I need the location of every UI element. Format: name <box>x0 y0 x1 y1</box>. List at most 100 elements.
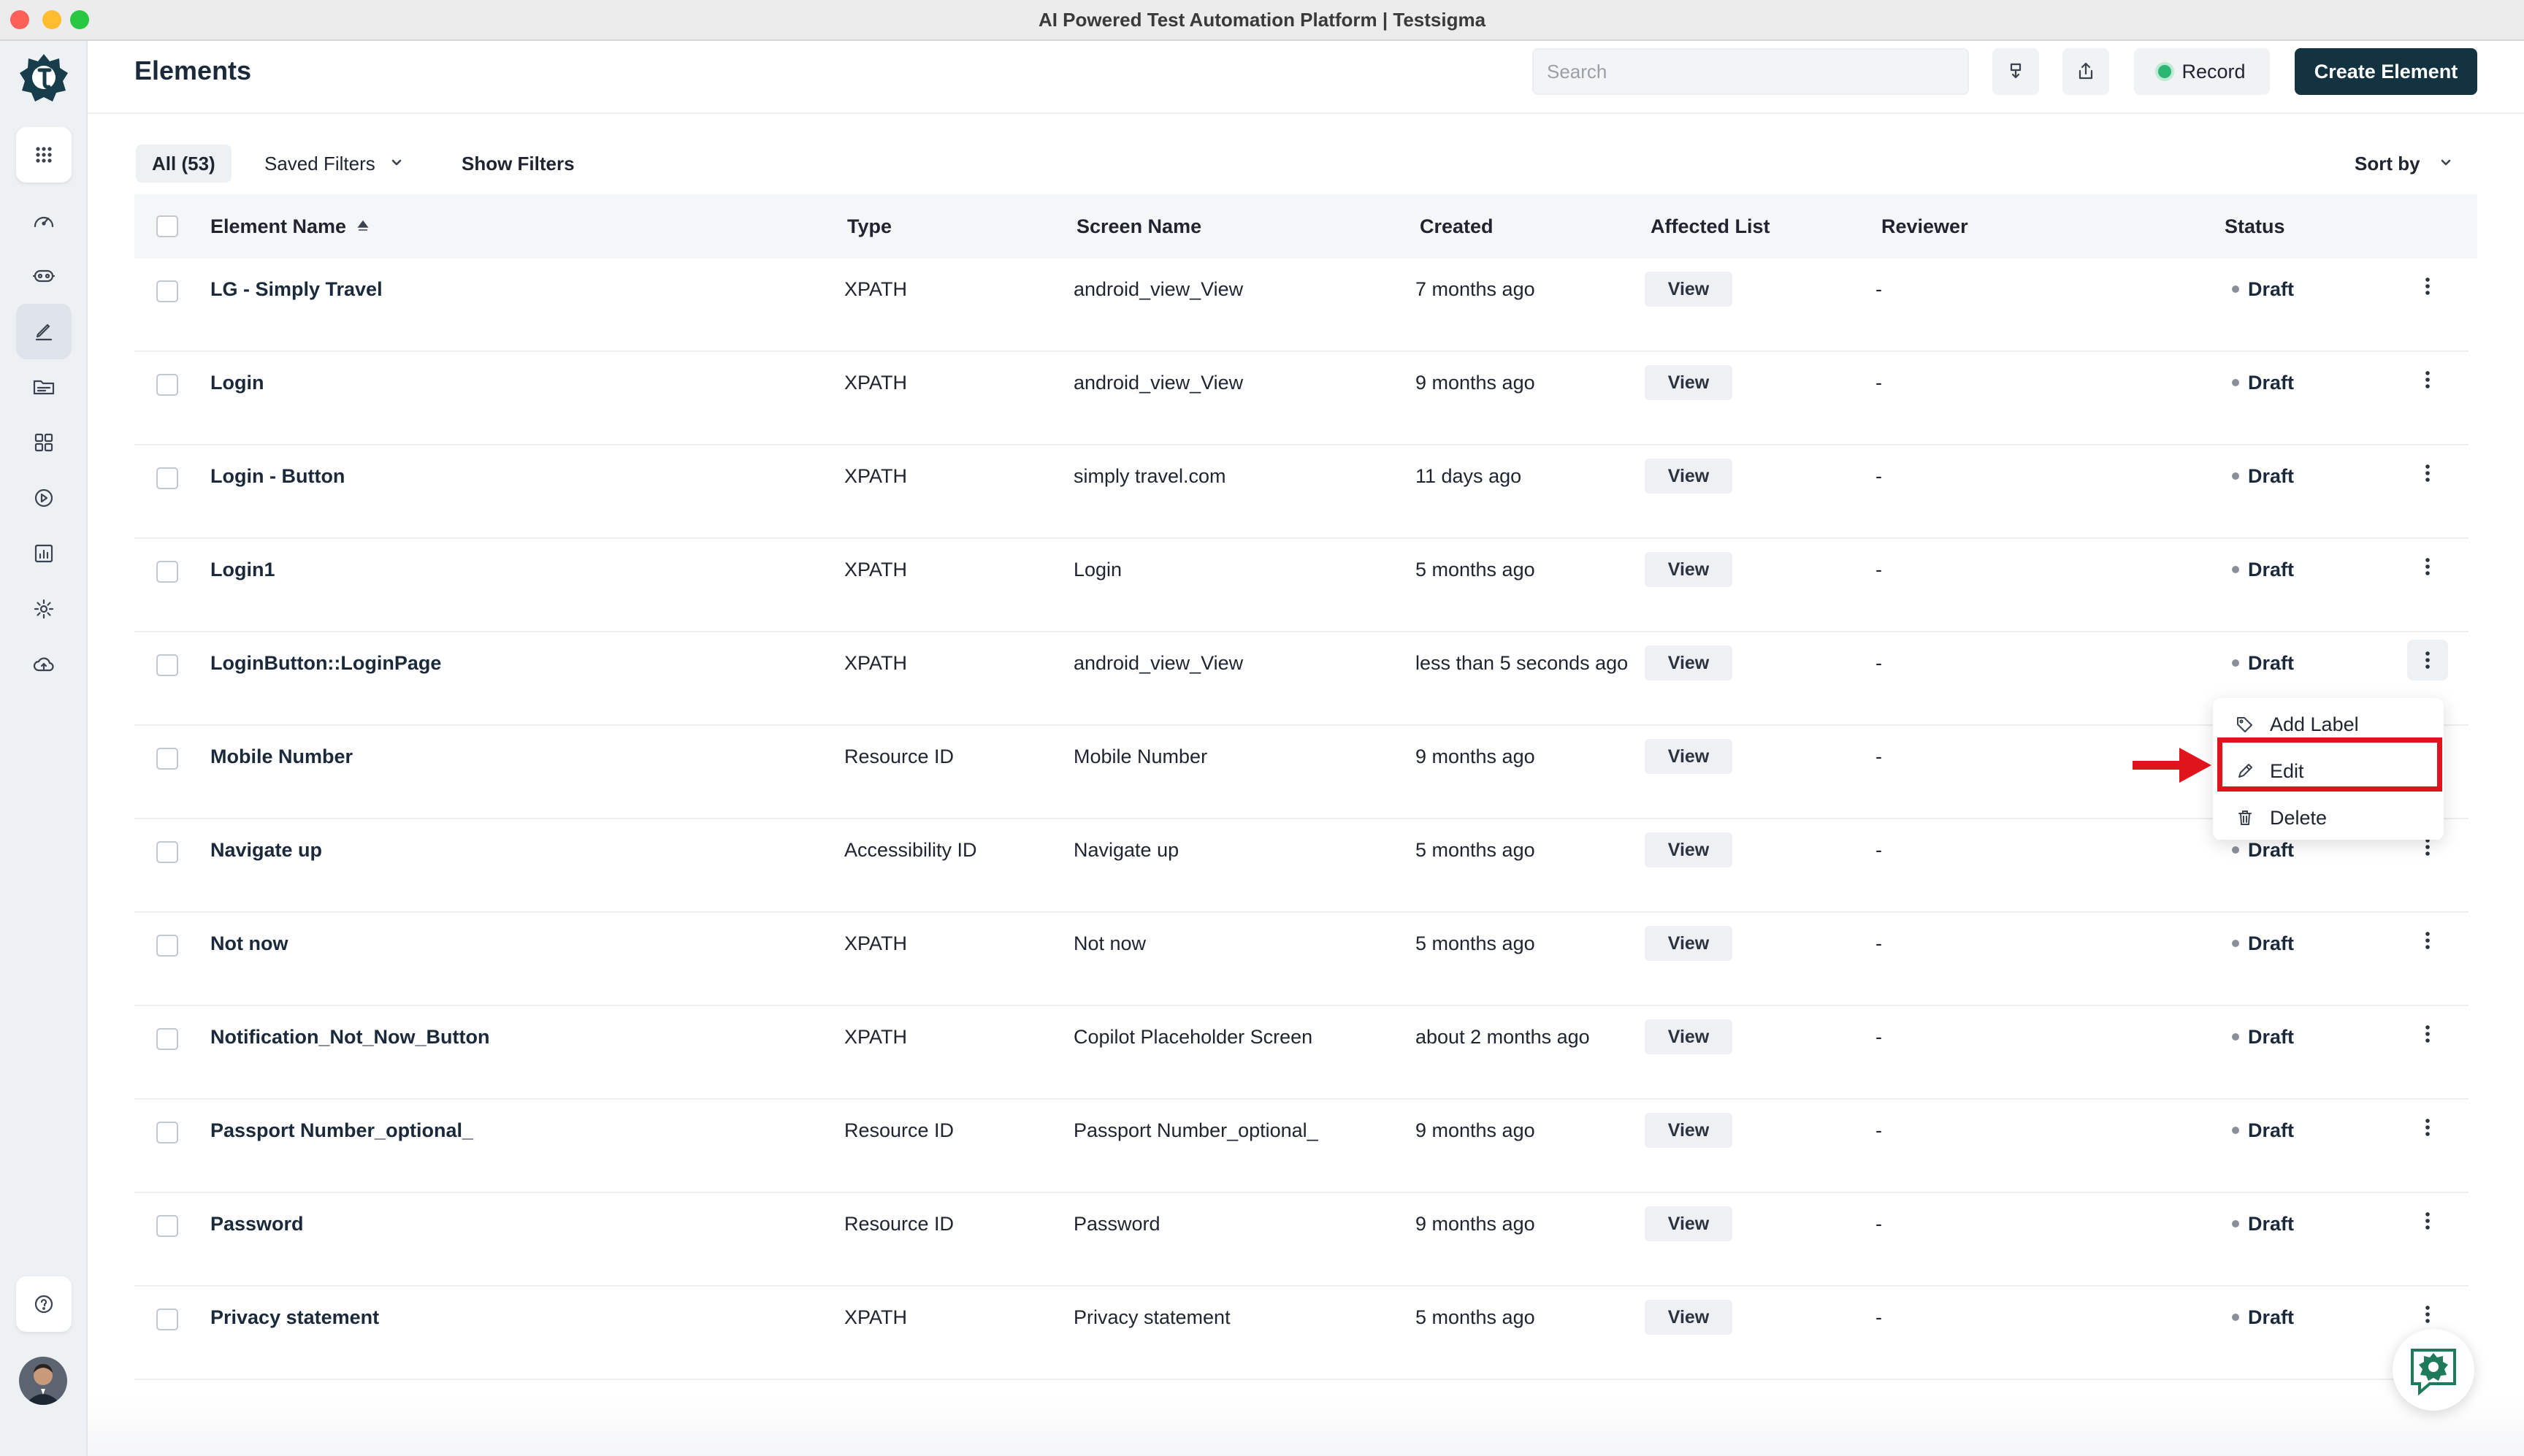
user-avatar[interactable] <box>19 1357 67 1405</box>
affected-list-view-button[interactable]: View <box>1645 645 1732 681</box>
created-time: 7 months ago <box>1415 277 1535 300</box>
reports-chart-icon[interactable] <box>16 526 72 581</box>
row-checkbox[interactable] <box>156 935 178 957</box>
dashboard-gauge-icon[interactable] <box>16 193 72 248</box>
table-row[interactable]: Mobile Number Resource ID Mobile Number 9 m… <box>134 726 2468 819</box>
menu-item-delete[interactable]: Delete <box>2213 794 2444 841</box>
more-options-icon[interactable] <box>2407 1107 2448 1148</box>
element-name-link[interactable]: LG - Simply Travel <box>210 258 383 320</box>
element-name-link[interactable]: Login <box>210 352 264 413</box>
table-row[interactable]: LoginButton::LoginPage XPATH android_view_… <box>134 632 2468 726</box>
run-play-icon[interactable] <box>16 470 72 526</box>
row-checkbox[interactable] <box>156 561 178 583</box>
more-options-icon[interactable] <box>2407 1200 2448 1241</box>
table-row[interactable]: LG - Simply Travel XPATH android_view_View… <box>134 258 2468 352</box>
show-filters-button[interactable]: Show Filters <box>462 145 575 183</box>
affected-list-view-button[interactable]: View <box>1645 1113 1732 1148</box>
element-name-link[interactable]: LoginButton::LoginPage <box>210 632 441 694</box>
record-dot-icon <box>2158 65 2172 78</box>
status-dot-icon <box>2232 286 2239 293</box>
affected-list-view-button[interactable]: View <box>1645 1300 1732 1335</box>
modules-grid-icon[interactable] <box>16 415 72 470</box>
affected-list-view-button[interactable]: View <box>1645 459 1732 494</box>
row-checkbox[interactable] <box>156 1122 178 1143</box>
status-dot-icon <box>2232 472 2239 480</box>
affected-list-view-button[interactable]: View <box>1645 552 1732 587</box>
more-options-icon[interactable] <box>2407 359 2448 400</box>
table-row[interactable]: Login1 XPATH Login 5 months ago View - Draft <box>134 539 2468 632</box>
cloud-upload-icon[interactable] <box>16 637 72 692</box>
status-dot-icon <box>2232 1033 2239 1041</box>
table-row[interactable]: Privacy statement XPATH Privacy statement 5… <box>134 1287 2468 1380</box>
status-label: Draft <box>2248 1119 2295 1141</box>
element-name-link[interactable]: Privacy statement <box>210 1287 379 1348</box>
chat-bot-icon <box>2411 1349 2456 1395</box>
testsigma-logo-icon[interactable] <box>19 53 69 102</box>
created-time: 5 months ago <box>1415 1306 1535 1328</box>
row-checkbox[interactable] <box>156 1309 178 1330</box>
column-header-screen-name[interactable]: Screen Name <box>1076 194 1201 258</box>
row-checkbox[interactable] <box>156 841 178 863</box>
status-badge: Draft <box>2232 539 2294 600</box>
affected-list-view-button[interactable]: View <box>1645 272 1732 307</box>
record-button[interactable]: Record <box>2134 48 2270 95</box>
affected-list-view-button[interactable]: View <box>1645 926 1732 961</box>
element-name-link[interactable]: Not now <box>210 913 288 974</box>
chat-assistant-button[interactable] <box>2393 1329 2474 1411</box>
table-row[interactable]: Not now XPATH Not now 5 months ago View - Draf… <box>134 913 2468 1006</box>
tag-icon <box>2237 717 2252 732</box>
row-checkbox[interactable] <box>156 1028 178 1050</box>
row-checkbox[interactable] <box>156 748 178 770</box>
table-row[interactable]: Password Resource ID Password 9 months ago V… <box>134 1193 2468 1287</box>
more-options-icon[interactable] <box>2407 1014 2448 1054</box>
help-question-icon[interactable] <box>16 1276 72 1332</box>
affected-list-view-button[interactable]: View <box>1645 1206 1732 1241</box>
more-options-icon[interactable] <box>2407 546 2448 587</box>
row-checkbox[interactable] <box>156 467 178 489</box>
download-button[interactable] <box>1992 48 2039 95</box>
element-name-link[interactable]: Passport Number_optional_ <box>210 1100 473 1161</box>
test-data-folder-icon[interactable] <box>16 359 72 415</box>
element-name-link[interactable]: Mobile Number <box>210 726 353 787</box>
create-element-button[interactable]: Create Element <box>2295 48 2477 95</box>
affected-list-view-button[interactable]: View <box>1645 832 1732 867</box>
more-options-icon[interactable] <box>2407 920 2448 961</box>
affected-list-view-button[interactable]: View <box>1645 365 1732 400</box>
copilot-robot-icon[interactable] <box>16 248 72 304</box>
more-options-icon[interactable] <box>2407 266 2448 307</box>
test-development-pencil-icon[interactable] <box>16 304 72 359</box>
screen-name: Mobile Number <box>1074 745 1208 767</box>
more-options-icon[interactable] <box>2407 453 2448 494</box>
filter-all-tab[interactable]: All (53) <box>136 145 232 183</box>
element-type: XPATH <box>844 651 908 674</box>
row-checkbox[interactable] <box>156 280 178 302</box>
select-all-checkbox[interactable] <box>156 215 178 237</box>
row-checkbox[interactable] <box>156 654 178 676</box>
table-row[interactable]: Passport Number_optional_ Resource ID Pass… <box>134 1100 2468 1193</box>
sort-by-dropdown[interactable]: Sort by <box>2355 145 2454 183</box>
settings-gear-icon[interactable] <box>16 581 72 637</box>
table-row[interactable]: Notification_Not_Now_Button XPATH Copilot … <box>134 1006 2468 1100</box>
page-title: Elements <box>134 55 252 85</box>
element-name-link[interactable]: Notification_Not_Now_Button <box>210 1006 489 1068</box>
table-row[interactable]: Login XPATH android_view_View 9 months ago V… <box>134 352 2468 445</box>
saved-filters-dropdown[interactable]: Saved Filters <box>264 145 405 183</box>
column-header-element-name[interactable]: Element Name <box>210 194 371 258</box>
apps-grid-icon[interactable] <box>16 127 72 183</box>
element-name-link[interactable]: Login1 <box>210 539 275 600</box>
element-name-link[interactable]: Password <box>210 1193 304 1254</box>
table-row[interactable]: Navigate up Accessibility ID Navigate up 5 … <box>134 819 2468 913</box>
affected-list-view-button[interactable]: View <box>1645 739 1732 774</box>
table-row[interactable]: Login - Button XPATH simply travel.com 11 d… <box>134 445 2468 539</box>
column-header-created[interactable]: Created <box>1420 194 1494 258</box>
affected-list-view-button[interactable]: View <box>1645 1019 1732 1054</box>
screen-name: android_view_View <box>1074 651 1244 674</box>
row-checkbox[interactable] <box>156 1215 178 1237</box>
more-options-icon[interactable] <box>2407 640 2448 681</box>
column-header-type[interactable]: Type <box>847 194 892 258</box>
row-checkbox[interactable] <box>156 374 178 396</box>
export-button[interactable] <box>2062 48 2109 95</box>
element-name-link[interactable]: Login - Button <box>210 445 345 507</box>
search-input[interactable] <box>1532 48 1969 95</box>
element-name-link[interactable]: Navigate up <box>210 819 322 881</box>
